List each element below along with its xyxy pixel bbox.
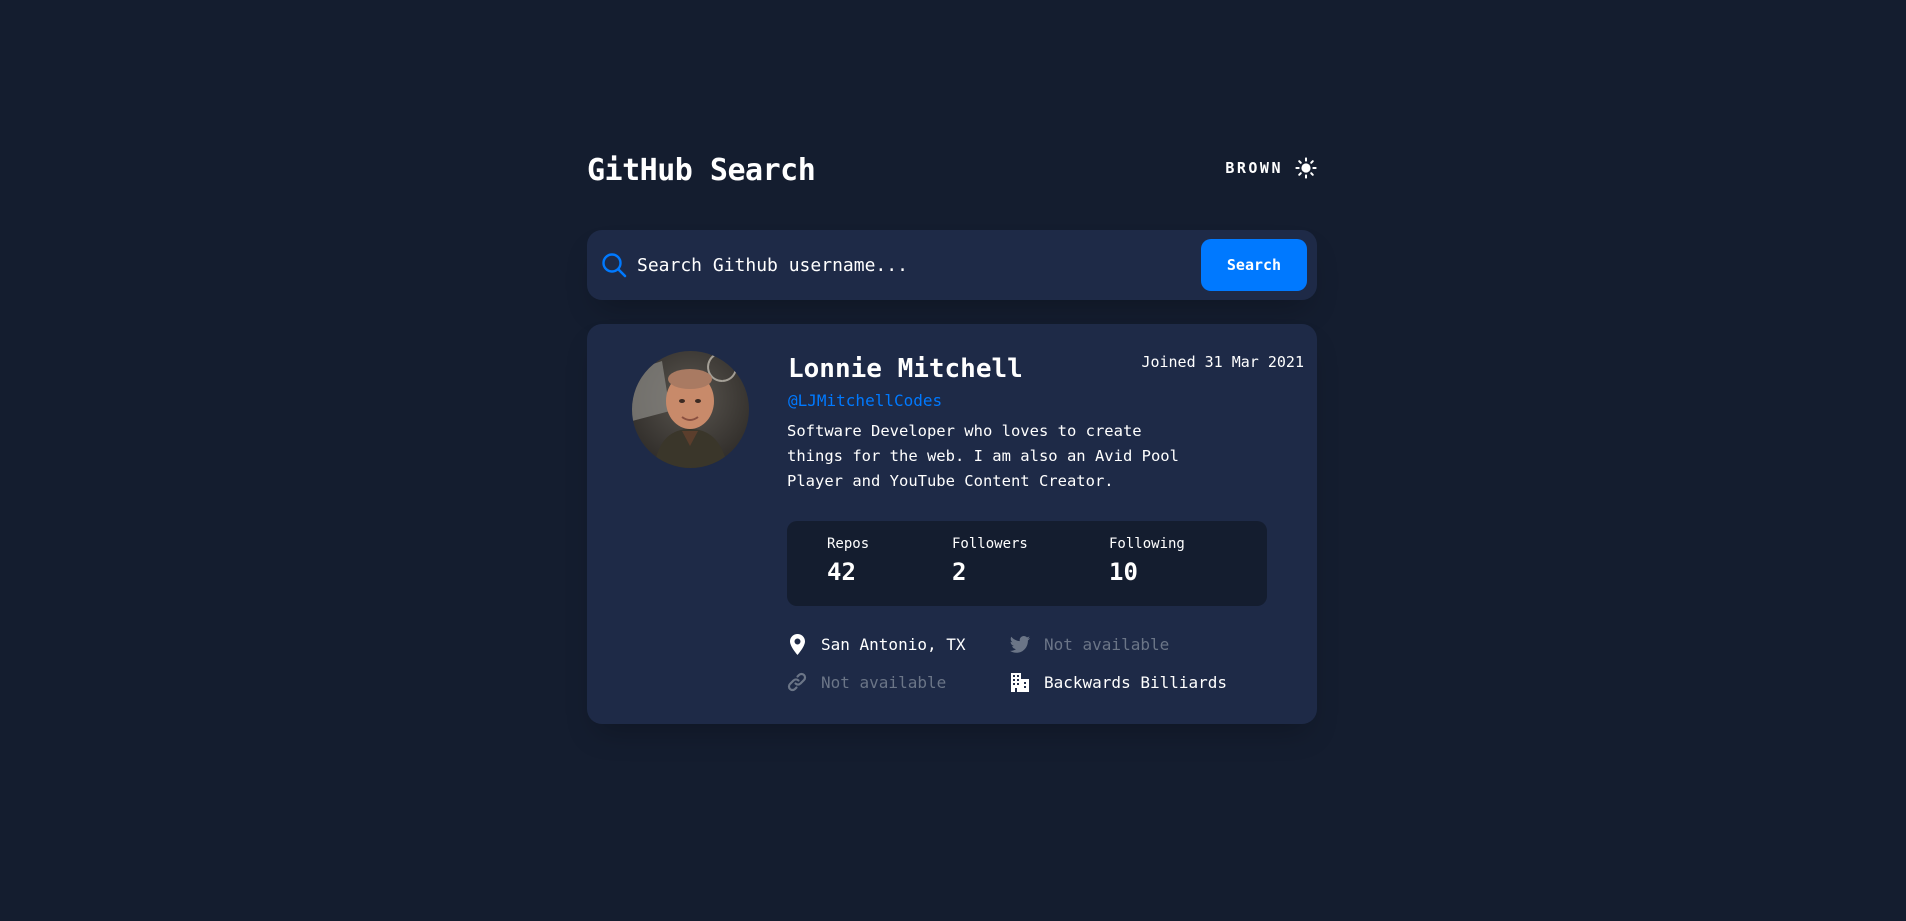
info-blog-text: Not available [821, 672, 947, 692]
stat-followers-label: Followers [952, 536, 1028, 552]
app-container: GitHub Search BROWN Search Github userna… [587, 150, 1317, 724]
stat-followers: Followers 2 [952, 535, 1028, 587]
search-button[interactable]: Search [1201, 239, 1307, 291]
stats-panel: Repos 42 Followers 2 Following 10 [787, 521, 1267, 606]
stat-repos-label: Repos [827, 536, 870, 552]
app-title: GitHub Search [587, 153, 816, 188]
search-input[interactable] [635, 244, 1195, 286]
stat-repos-value: 42 [827, 558, 856, 586]
info-blog[interactable]: Not available [787, 671, 946, 693]
info-location-text: San Antonio, TX [821, 634, 966, 654]
info-twitter-text: Not available [1044, 634, 1170, 654]
link-icon [787, 671, 807, 693]
building-icon [1010, 671, 1030, 693]
user-bio: Software Developer who loves to create t… [787, 422, 1179, 490]
stat-following: Following 10 [1109, 535, 1185, 587]
info-company: Backwards Billiards [1010, 671, 1227, 693]
info-company-text: Backwards Billiards [1044, 672, 1228, 692]
sun-icon [1295, 157, 1317, 179]
user-login-link[interactable]: @LJMitchellCodes [788, 391, 942, 410]
profile-card: Lonnie Mitchell Joined 31 Mar 2021 @LJMi… [587, 324, 1317, 724]
avatar [632, 351, 749, 468]
stat-following-value: 10 [1109, 558, 1138, 586]
theme-toggle-button[interactable]: BROWN [1225, 157, 1317, 179]
location-pin-icon [787, 633, 807, 655]
stat-following-label: Following [1109, 536, 1185, 552]
join-date: Joined 31 Mar 2021 [1141, 353, 1304, 371]
twitter-icon [1010, 633, 1030, 655]
stat-repos: Repos 42 [827, 535, 869, 587]
theme-toggle-label: BROWN [1225, 159, 1283, 177]
header: GitHub Search BROWN [587, 150, 1317, 194]
user-name: Lonnie Mitchell [788, 354, 1023, 384]
stat-followers-value: 2 [952, 558, 967, 586]
search-bar: Search [587, 230, 1317, 300]
info-location: San Antonio, TX [787, 633, 966, 655]
info-twitter[interactable]: Not available [1010, 633, 1169, 655]
search-icon [602, 253, 627, 278]
